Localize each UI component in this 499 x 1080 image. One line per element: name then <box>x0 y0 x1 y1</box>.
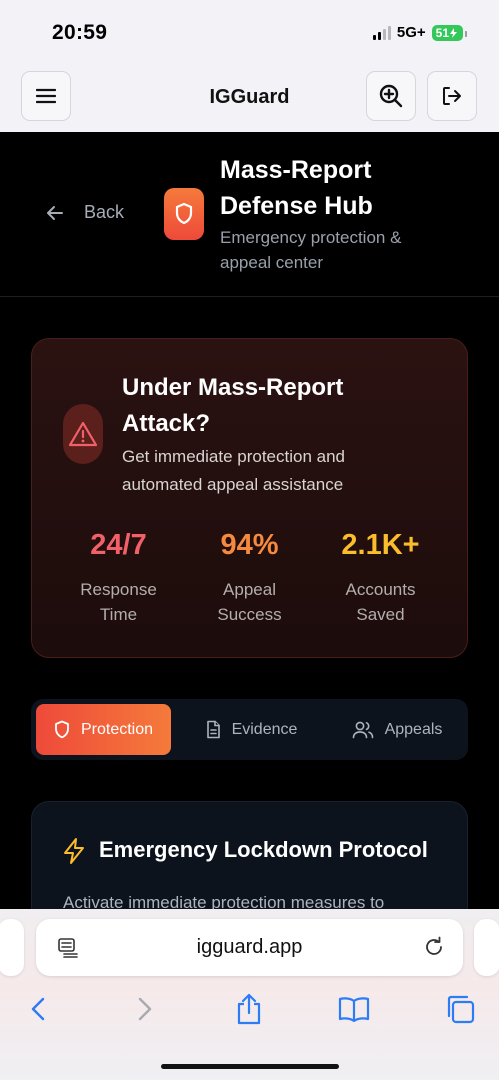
network-label: 5G+ <box>396 24 426 41</box>
stat-value: 2.1K+ <box>341 529 420 561</box>
tabs-button[interactable] <box>440 989 480 1029</box>
page-subtitle-line1: Emergency protection & <box>220 228 402 247</box>
shield-icon <box>175 202 193 225</box>
zoom-button[interactable] <box>366 71 416 121</box>
stat-value: 94% <box>220 529 279 561</box>
stat-label-line1: Appeal <box>223 580 276 599</box>
lockdown-card: Emergency Lockdown Protocol Activate imm… <box>31 801 468 909</box>
alert-subtitle-line2: automated appeal assistance <box>122 475 344 494</box>
next-tab-peek[interactable] <box>474 919 499 976</box>
stat-label: Accounts Saved <box>315 577 446 627</box>
alert-title: Under Mass-Report Attack? <box>122 370 442 442</box>
tabs-icon <box>447 995 475 1024</box>
stat-label-line2: Saved <box>356 605 405 624</box>
zoom-in-icon <box>379 84 403 108</box>
arrow-left-icon <box>47 205 63 220</box>
back-button[interactable]: Back <box>46 202 124 223</box>
url-text: igguard.app <box>196 936 303 958</box>
tab-evidence[interactable]: Evidence <box>181 704 321 755</box>
chevron-left-icon <box>31 997 45 1021</box>
alert-subtitle-line1: Get immediate protection and <box>122 447 346 466</box>
logout-icon <box>443 87 461 105</box>
browser-back-button[interactable] <box>18 989 58 1029</box>
signal-icon <box>372 25 391 40</box>
lockdown-description: Activate immediate protection measures t… <box>63 893 385 909</box>
stats-row: 24/7 Response Time 94% Appeal Success 2.1K… <box>32 529 469 627</box>
alert-icon-badge <box>63 404 103 464</box>
status-bar: 20:59 5G+ 51 <box>0 0 499 66</box>
section-tabs: Protection Evidence Appeals <box>31 699 468 760</box>
stat-label-line1: Response <box>80 580 157 599</box>
app-title: IGGuard <box>209 86 290 108</box>
tab-appeals[interactable]: Appeals <box>331 704 463 755</box>
page-header: Back Mass-Report Defense Hub Emergency p… <box>0 132 499 297</box>
share-icon <box>237 993 261 1025</box>
tab-label: Evidence <box>231 720 298 738</box>
page-subtitle-line2: appeal center <box>220 253 324 272</box>
stat-label-line2: Time <box>99 605 138 624</box>
lockdown-title: Emergency Lockdown Protocol <box>99 837 428 862</box>
warning-triangle-icon <box>68 421 98 447</box>
tab-protection[interactable]: Protection <box>36 704 171 755</box>
attack-alert-card: Under Mass-Report Attack? Get immediate … <box>31 338 468 658</box>
previous-tab-peek[interactable] <box>0 919 24 976</box>
page-title: Mass-Report Defense Hub <box>220 152 490 224</box>
status-time: 20:59 <box>52 21 108 44</box>
page-content: Back Mass-Report Defense Hub Emergency p… <box>0 132 499 909</box>
lightning-icon <box>64 838 84 864</box>
stat-label: Appeal Success <box>184 577 315 627</box>
chevron-right-icon <box>138 997 152 1021</box>
alert-title-line2: Attack? <box>122 410 211 437</box>
logout-button[interactable] <box>427 71 477 121</box>
bookmarks-button[interactable] <box>334 989 374 1029</box>
app-header: IGGuard <box>0 66 499 132</box>
stat-value: 24/7 <box>90 529 147 561</box>
stat-label-line1: Accounts <box>345 580 416 599</box>
battery-level: 51 <box>435 25 449 40</box>
alert-title-line1: Under Mass-Report <box>122 374 344 401</box>
shield-icon <box>55 720 69 739</box>
tab-label: Appeals <box>384 720 443 738</box>
home-indicator <box>161 1064 339 1069</box>
share-button[interactable] <box>229 989 269 1029</box>
reload-icon[interactable] <box>423 936 445 958</box>
page-subtitle: Emergency protection & appeal center <box>220 225 480 275</box>
stat-label-line2: Success <box>217 605 282 624</box>
back-label: Back <box>84 202 125 222</box>
battery-icon: 51 <box>431 24 468 41</box>
tab-label: Protection <box>80 720 154 738</box>
book-icon <box>338 997 370 1022</box>
stat-accounts-saved: 2.1K+ Accounts Saved <box>315 529 446 627</box>
alert-subtitle: Get immediate protection and automated a… <box>122 443 442 499</box>
document-icon <box>206 720 220 739</box>
address-bar[interactable]: igguard.app <box>36 919 463 976</box>
browser-chrome: igguard.app <box>0 909 499 1080</box>
users-icon <box>352 721 373 739</box>
stat-appeal-success: 94% Appeal Success <box>184 529 315 627</box>
status-indicators: 5G+ 51 <box>372 24 468 41</box>
browser-forward-button[interactable] <box>125 989 165 1029</box>
page-title-line2: Defense Hub <box>220 192 373 220</box>
stat-label: Response Time <box>53 577 184 627</box>
stat-response-time: 24/7 Response Time <box>53 529 184 627</box>
page-title-line1: Mass-Report <box>220 156 372 184</box>
shield-badge <box>164 188 204 240</box>
